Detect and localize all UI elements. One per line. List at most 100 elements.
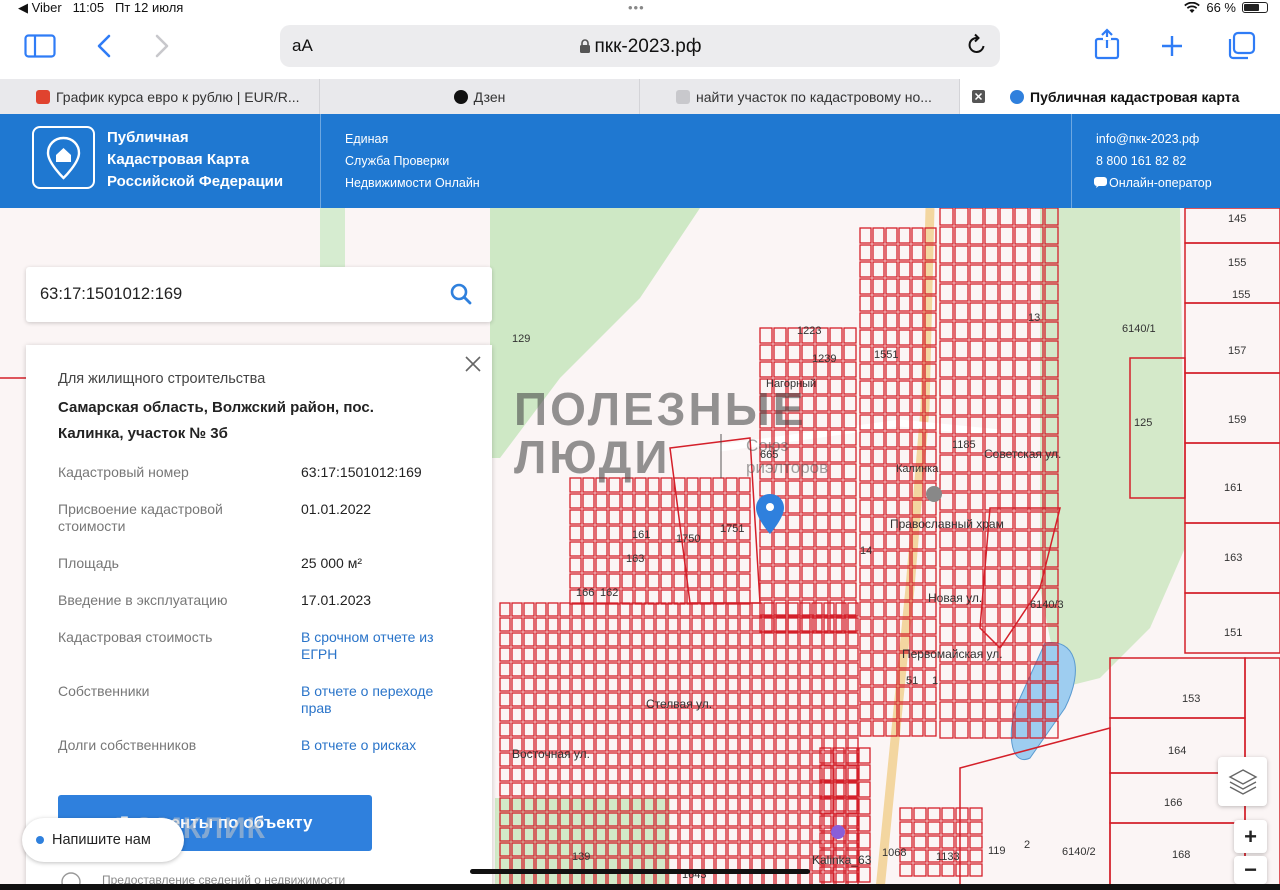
parcel [535, 782, 547, 797]
parcel [859, 567, 872, 584]
parcel [655, 647, 667, 662]
close-tab-icon[interactable] [972, 90, 985, 103]
tab-cadastral-map[interactable]: Публичная кадастровая карта [960, 79, 1280, 114]
parcel [969, 454, 984, 473]
parcel [1109, 657, 1246, 719]
site-tagline: Единая Служба Проверки Недвижимости Онла… [345, 128, 480, 194]
tab-euro-rate[interactable]: График курса евро к рублю | EUR/R... [0, 79, 320, 114]
parcel [811, 722, 823, 737]
parcel [715, 737, 727, 752]
egrn-report-link[interactable]: В срочном отчете из ЕГРН [301, 629, 451, 663]
write-to-us-button[interactable]: Напишите нам [22, 818, 184, 862]
risk-report-link[interactable]: В отчете о рисках [301, 737, 451, 754]
parcel [655, 722, 667, 737]
map-label: 1133 [936, 851, 960, 863]
parcel [773, 531, 787, 548]
parcel [647, 477, 660, 493]
zoom-out-button[interactable]: − [1234, 856, 1267, 884]
parcel [775, 812, 787, 827]
multitask-dots-icon[interactable]: ••• [628, 0, 645, 15]
battery-percent: 66 % [1206, 0, 1236, 15]
map-label: 6140/3 [1030, 599, 1064, 611]
back-to-app-link[interactable]: ◀ Viber [18, 0, 62, 15]
map-label: 153 [1182, 693, 1200, 705]
row-key: Присвоение кадастровой стоимости [58, 501, 223, 534]
parcel [511, 722, 523, 737]
parcel [847, 677, 859, 692]
parcel [823, 677, 835, 692]
parcel [571, 782, 583, 797]
parcel [999, 568, 1014, 587]
parcel [703, 842, 715, 857]
parcel [759, 582, 773, 599]
address-bar[interactable]: аА пкк-2023.рф [280, 25, 1000, 67]
parcel [799, 767, 811, 782]
parcel [858, 764, 871, 781]
parcel [725, 573, 738, 589]
url-display[interactable]: пкк-2023.рф [280, 36, 1000, 58]
parcel [969, 549, 984, 568]
contact-email[interactable]: info@пкк-2023.рф [1096, 128, 1212, 150]
close-icon[interactable] [464, 355, 482, 373]
parcel [924, 686, 937, 703]
parcel [955, 835, 969, 849]
parcel [815, 480, 829, 497]
ownership-report-link[interactable]: В отчете о переходе прав [301, 683, 451, 717]
parcel [655, 677, 667, 692]
parcel [939, 397, 954, 416]
reload-icon[interactable] [966, 33, 988, 57]
church-icon [926, 486, 942, 502]
map-label: 164 [1168, 745, 1186, 757]
parcel [955, 821, 969, 835]
parcel [727, 632, 739, 647]
parcel [799, 797, 811, 812]
tabs-overview-icon[interactable] [1226, 31, 1256, 61]
sidebar-icon[interactable] [24, 34, 56, 58]
online-operator-link[interactable]: Онлайн-оператор [1094, 172, 1212, 194]
tab-dzen[interactable]: Дзен [320, 79, 640, 114]
parcel [999, 473, 1014, 492]
parcel [1014, 587, 1029, 606]
parcel [787, 361, 801, 378]
parcel [773, 361, 787, 378]
parcel [787, 722, 799, 737]
forward-icon[interactable] [154, 34, 170, 58]
parcel [954, 720, 969, 739]
parcel [660, 493, 673, 509]
parcel [823, 722, 835, 737]
parcel [913, 807, 927, 821]
parcel [699, 541, 712, 557]
parcel [547, 782, 559, 797]
parcel [999, 587, 1014, 606]
new-tab-icon[interactable] [1160, 34, 1184, 58]
forest-area [1040, 208, 1185, 688]
parcel [607, 677, 619, 692]
map-label: 155 [1228, 257, 1246, 269]
parcel [999, 397, 1014, 416]
parcel [843, 463, 857, 480]
parcel [739, 842, 751, 857]
parcel [751, 662, 763, 677]
site-logo[interactable] [32, 126, 95, 189]
parcel [799, 677, 811, 692]
cadastral-number-input[interactable] [40, 281, 440, 307]
parcel [939, 492, 954, 511]
parcel [679, 812, 691, 827]
parcel [872, 686, 885, 703]
parcel [811, 707, 823, 722]
parcel [727, 782, 739, 797]
parcel [727, 602, 739, 617]
parcel [559, 632, 571, 647]
contact-phone[interactable]: 8 800 161 82 82 [1096, 150, 1212, 172]
parcel [787, 647, 799, 662]
share-icon[interactable] [1094, 28, 1120, 60]
parcel [703, 737, 715, 752]
zoom-in-button[interactable]: + [1234, 820, 1267, 853]
tab-yandex-search[interactable]: найти участок по кадастровому но... [640, 79, 960, 114]
parcel [899, 863, 913, 877]
back-icon[interactable] [96, 34, 112, 58]
parcel [595, 707, 607, 722]
layers-button[interactable] [1218, 757, 1267, 806]
parcel [667, 767, 679, 782]
search-icon[interactable] [450, 283, 472, 305]
